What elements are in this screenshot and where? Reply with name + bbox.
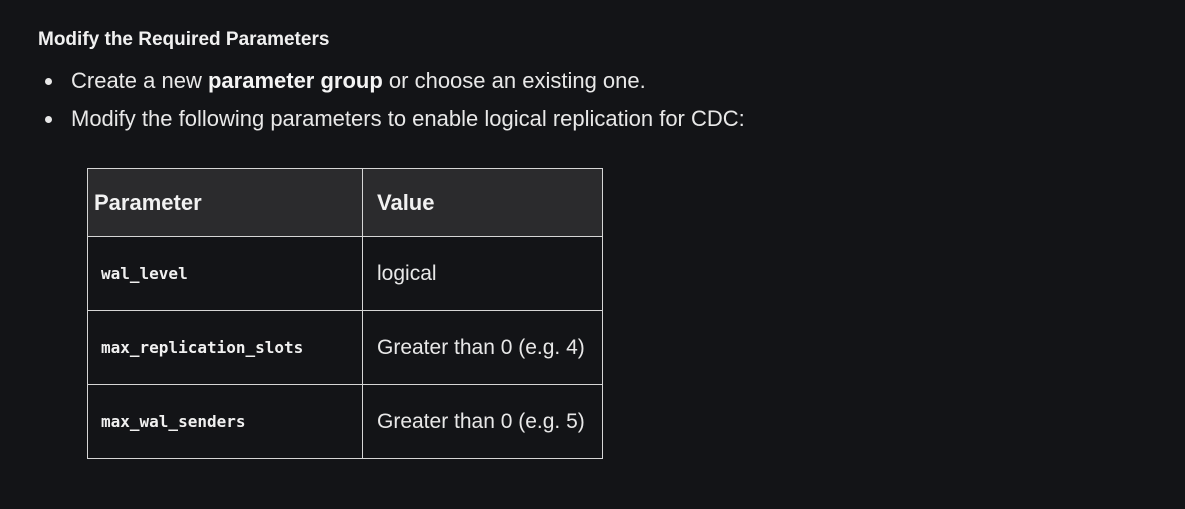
list-item: Create a new parameter group or choose a… [38, 62, 745, 100]
parameter-value: Greater than 0 (e.g. 4) [362, 310, 603, 385]
list-item-text-post: or choose an existing one. [382, 68, 646, 93]
instruction-list: Create a new parameter group or choose a… [38, 62, 745, 138]
list-item: Modify the following parameters to enabl… [38, 100, 745, 138]
table-row: max_replication_slots Greater than 0 (e.… [87, 310, 603, 385]
list-item-text: Modify the following parameters to enabl… [71, 106, 745, 131]
section-heading: Modify the Required Parameters [38, 29, 330, 50]
table-row: max_wal_senders Greater than 0 (e.g. 5) [87, 384, 603, 459]
bullet-dot-icon [45, 78, 52, 85]
list-item-text-pre: Create a new [71, 68, 208, 93]
table-header-row: Parameter Value [87, 168, 603, 237]
list-item-text-bold: parameter group [207, 68, 383, 93]
parameter-name: max_replication_slots [87, 310, 363, 385]
parameter-value: Greater than 0 (e.g. 5) [362, 384, 603, 459]
bullet-dot-icon [45, 116, 52, 123]
parameter-name: max_wal_senders [87, 384, 363, 459]
parameter-value: logical [362, 236, 603, 311]
parameter-name: wal_level [87, 236, 363, 311]
table-row: wal_level logical [87, 236, 603, 311]
column-header-parameter: Parameter [87, 168, 363, 237]
column-header-value: Value [362, 168, 603, 237]
parameters-table: Parameter Value wal_level logical max_re… [87, 168, 603, 459]
